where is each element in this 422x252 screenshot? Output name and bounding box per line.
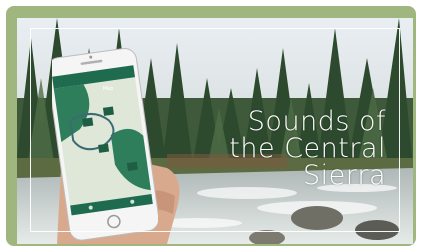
map-marker-icon	[98, 143, 110, 153]
title-line-3: Sierra	[303, 160, 386, 191]
overlay-title: Sounds of the Central Sierra	[186, 108, 386, 189]
image-card: Map Sounds of the Central Sierra	[6, 6, 416, 246]
map-marker-icon	[102, 106, 114, 116]
smartphone	[52, 47, 158, 241]
title-line-1: Sounds of	[247, 106, 386, 137]
phone-screen-title: Map	[102, 86, 114, 92]
map-marker-icon	[126, 161, 138, 172]
map-marker-icon	[82, 117, 94, 127]
title-line-2: the Central	[229, 133, 386, 164]
